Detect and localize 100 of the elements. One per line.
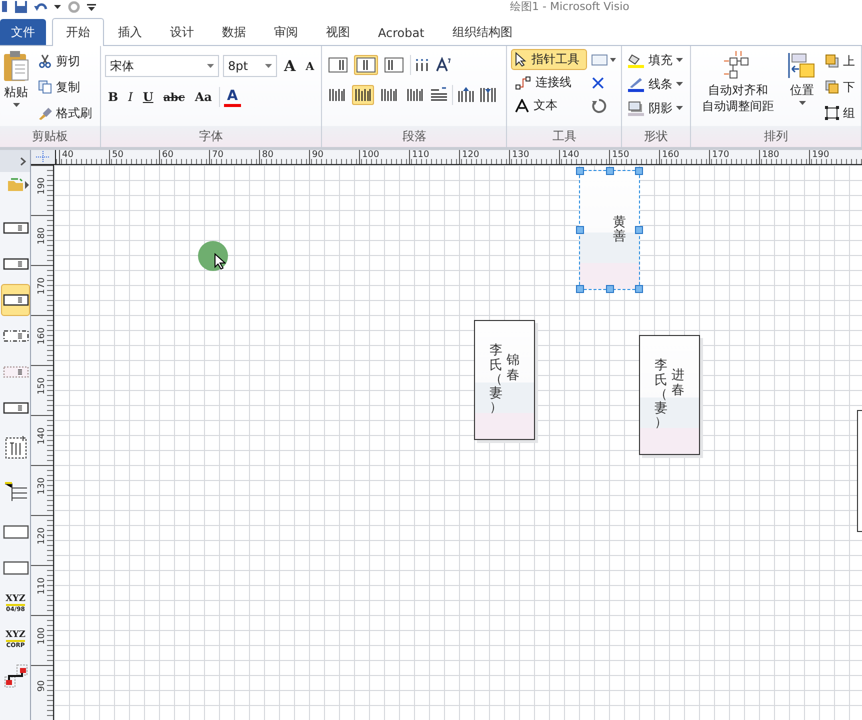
selection-handle[interactable] — [606, 167, 614, 175]
ribbon-tab[interactable]: Acrobat — [364, 19, 438, 45]
ruler-label: 150 — [612, 150, 630, 160]
ruler-label: 170 — [37, 276, 47, 296]
save-icon[interactable] — [14, 1, 28, 13]
ribbon-tab[interactable]: 视图 — [312, 19, 364, 45]
ruler-label: 180 — [37, 226, 47, 246]
shrink-font-button[interactable]: A — [302, 56, 318, 76]
ruler-label: 100 — [37, 626, 47, 646]
caret-icon — [676, 82, 684, 86]
arrange-command[interactable]: 组 — [823, 102, 857, 124]
ruler-label: 50 — [112, 150, 124, 160]
font-style-button[interactable]: abc — [160, 87, 188, 107]
shape-format-button[interactable]: 线条 — [626, 73, 686, 95]
ribbon-tab[interactable]: 文件 — [0, 19, 46, 45]
spouse-name: 李氏（妻） — [654, 359, 668, 431]
copy-icon — [38, 80, 52, 94]
person-shape[interactable]: 黄善 — [579, 170, 640, 290]
ruler-label: 120 — [37, 526, 47, 546]
pointer-cursor-icon — [214, 253, 226, 270]
shape-format-button[interactable]: 填充 — [626, 49, 686, 71]
align-button[interactable] — [354, 55, 378, 75]
position-button[interactable]: 位置 — [785, 50, 819, 107]
selection-handle[interactable] — [635, 167, 643, 175]
tool-button[interactable]: 连接线 — [511, 72, 588, 93]
person-name: 黄善 — [613, 216, 626, 244]
ruler-label: 100 — [362, 150, 380, 160]
grow-font-button[interactable]: A — [280, 56, 299, 76]
logo-text: XYZ — [6, 630, 26, 642]
ruler-label: 160 — [662, 150, 680, 160]
ruler-label: 110 — [412, 150, 430, 160]
selection-handle[interactable] — [576, 285, 584, 293]
align-button[interactable] — [326, 55, 350, 75]
ribbon-tab[interactable]: 设计 — [156, 19, 208, 45]
window-title: 绘图1 - Microsoft Visio — [510, 0, 630, 13]
ribbon-tab[interactable]: 插入 — [104, 19, 156, 45]
shape-format-button[interactable]: 阴影 — [626, 97, 686, 119]
caret-icon — [206, 64, 214, 68]
font-style-button[interactable]: U — [140, 87, 156, 107]
rotate-icon[interactable] — [591, 98, 608, 114]
paste-button[interactable]: 粘贴 — [0, 50, 32, 107]
clipboard-command[interactable]: 剪切 — [36, 50, 94, 72]
arrange-command[interactable]: 下 — [823, 76, 857, 98]
ruler-label: 160 — [37, 326, 47, 346]
stencil-shape[interactable] — [1, 284, 30, 316]
close-icon[interactable] — [591, 76, 606, 90]
ruler-label: 130 — [512, 150, 530, 160]
rectangle-tool-icon[interactable] — [591, 54, 618, 66]
clipboard-command[interactable]: 格式刷 — [36, 102, 94, 124]
font-style-button[interactable]: Aa — [192, 87, 215, 107]
undo-icon[interactable] — [34, 1, 48, 13]
text-tool-icon — [515, 98, 530, 112]
brush-icon — [38, 106, 52, 120]
chevron-right-icon[interactable] — [20, 156, 26, 166]
ribbon-tab[interactable]: 组织结构图 — [438, 19, 526, 45]
tool-button[interactable]: 文本 — [511, 95, 588, 116]
ruler-label: 80 — [262, 150, 274, 160]
click-indicator — [198, 241, 228, 271]
layers-icon — [825, 80, 839, 94]
align-button[interactable] — [382, 55, 406, 75]
selection-handle[interactable] — [635, 226, 643, 234]
ruler-label: 190 — [812, 150, 830, 160]
font-color-button[interactable]: A — [224, 87, 241, 107]
selection-handle[interactable] — [606, 285, 614, 293]
folder-icon[interactable] — [8, 178, 30, 192]
auto-align-button[interactable]: 自动对齐和 自动调整间距 — [695, 50, 781, 116]
caret-icon — [676, 106, 684, 110]
position-icon — [788, 52, 816, 80]
font-style-button[interactable]: I — [125, 87, 136, 107]
justify-button[interactable] — [352, 85, 374, 105]
ribbon-tab[interactable]: 开始 — [52, 18, 104, 46]
caret-icon — [676, 58, 684, 62]
customize-icon[interactable] — [87, 2, 96, 12]
spacing-increase-icon[interactable] — [457, 87, 476, 103]
ruler-label: 60 — [162, 150, 174, 160]
caret-icon — [264, 64, 272, 68]
ribbon-tab[interactable]: 审阅 — [260, 19, 312, 45]
person-name: 进春 — [672, 369, 684, 398]
group-label: 排列 — [691, 126, 861, 147]
clipboard-command[interactable]: 复制 — [36, 76, 94, 98]
tool-button[interactable]: 指针工具 — [511, 49, 588, 70]
selection-handle[interactable] — [635, 285, 643, 293]
font-name-field[interactable]: 宋体 — [104, 55, 219, 77]
caret-icon[interactable] — [54, 4, 61, 10]
ruler-label: 40 — [62, 150, 74, 160]
text-direction-icon[interactable] — [435, 57, 452, 73]
spacing-decrease-icon[interactable] — [479, 87, 498, 103]
ruler-label: 130 — [37, 476, 47, 496]
arrange-command[interactable]: 上 — [823, 50, 857, 72]
font-size-field[interactable]: 8pt — [222, 55, 277, 77]
selection-handle[interactable] — [576, 226, 584, 234]
selection-handle[interactable] — [576, 167, 584, 175]
font-style-button[interactable]: B — [104, 87, 122, 107]
logo-text: XYZ — [6, 594, 26, 606]
line-spacing-icon[interactable] — [430, 87, 448, 103]
ruler-label: 170 — [712, 150, 730, 160]
ruler-label: 90 — [37, 679, 47, 694]
clipboard-icon — [3, 50, 29, 82]
spouse-name: 李氏（妻） — [490, 344, 502, 416]
ribbon-tab[interactable]: 数据 — [208, 19, 260, 45]
